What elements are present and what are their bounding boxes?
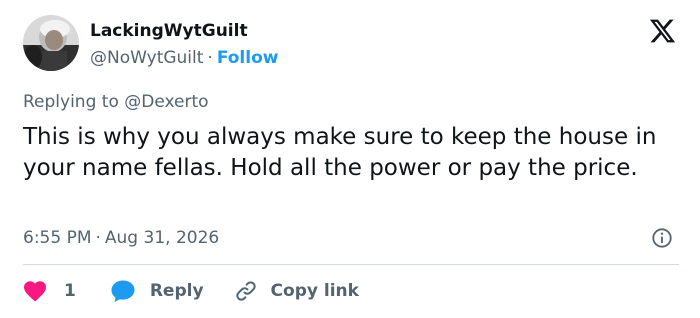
x-logo-icon[interactable] <box>648 17 677 45</box>
reply-context: Replying to @Dexerto <box>23 92 209 112</box>
author-display-name[interactable]: LackingWytGuilt <box>90 21 248 41</box>
speech-bubble-icon <box>111 280 135 302</box>
divider <box>23 264 679 265</box>
profile-photo <box>23 15 79 71</box>
heart-icon <box>24 281 46 302</box>
like-count: 1 <box>64 281 76 301</box>
follow-button[interactable]: Follow <box>217 48 279 68</box>
reply-button[interactable]: Reply <box>110 279 204 303</box>
action-bar: 1 Reply Copy link <box>23 278 359 304</box>
author-handle[interactable]: @NoWytGuilt <box>90 48 203 68</box>
tweet-timestamp[interactable]: 6:55 PM · Aug 31, 2026 <box>23 228 219 248</box>
separator-dot: · <box>207 48 213 68</box>
tweet-date: Aug 31, 2026 <box>104 228 220 248</box>
author-handle-row: @NoWytGuilt · Follow <box>90 48 278 68</box>
link-icon <box>235 281 256 301</box>
reply-mention-link[interactable]: @Dexerto <box>124 92 208 112</box>
like-button[interactable]: 1 <box>23 280 76 302</box>
separator-dot: · <box>95 228 101 248</box>
tweet-text: This is why you always make sure to keep… <box>23 124 657 181</box>
copy-link-label: Copy link <box>270 281 359 301</box>
tweet-time: 6:55 PM <box>23 228 92 248</box>
copy-link-button[interactable]: Copy link <box>234 279 359 303</box>
avatar[interactable] <box>23 15 79 71</box>
reply-context-prefix: Replying to <box>23 92 119 112</box>
info-icon[interactable] <box>651 227 673 249</box>
reply-label: Reply <box>149 281 204 301</box>
